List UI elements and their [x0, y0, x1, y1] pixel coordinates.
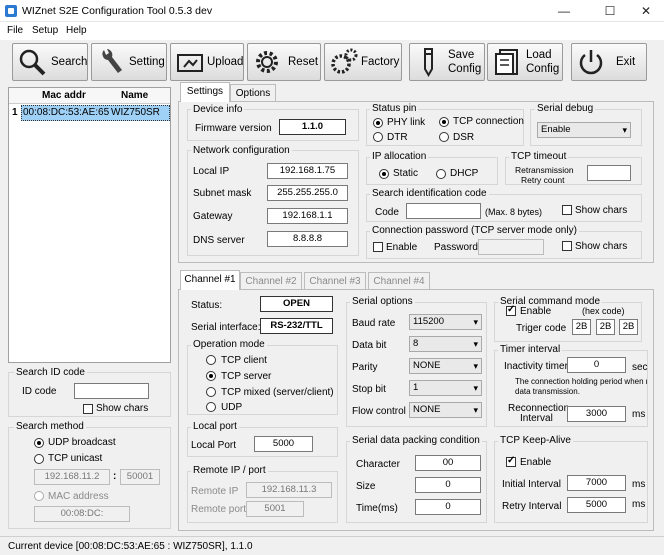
close-button[interactable]: ✕: [626, 2, 664, 20]
upload-button[interactable]: Upload: [170, 43, 244, 81]
subnet-mask-input[interactable]: 255.255.255.0: [267, 185, 348, 201]
document-icon: [495, 49, 518, 75]
menu-help[interactable]: Help: [66, 25, 87, 36]
gateway-input[interactable]: 192.168.1.1: [267, 208, 348, 224]
gears-icon: [331, 48, 358, 74]
app-icon: [5, 5, 17, 17]
search-code-input[interactable]: [406, 203, 481, 219]
dsr-radio[interactable]: [439, 132, 449, 142]
tcp-server-radio[interactable]: [206, 371, 216, 381]
tcp-mixed-radio[interactable]: [206, 387, 216, 397]
device-list-header: Mac addr Name: [9, 88, 170, 104]
trigger-code-1-input[interactable]: 2B: [572, 319, 591, 335]
remote-port-input[interactable]: 5001: [246, 501, 304, 517]
keepalive-enable-checkbox[interactable]: [506, 455, 516, 467]
inactivity-timer-input[interactable]: 0: [567, 357, 626, 373]
stop-bit-select[interactable]: 1: [409, 380, 482, 396]
tab-options[interactable]: Options: [230, 84, 276, 102]
status-bar: Current device [00:08:DC:53:AE:65 : WIZ7…: [0, 536, 664, 555]
channel-status: OPEN: [260, 296, 333, 312]
remote-ip-input[interactable]: 192.168.11.3: [246, 482, 332, 498]
show-chars-checkbox[interactable]: [83, 404, 93, 414]
firmware-version: 1.1.0: [279, 119, 346, 135]
tab-channel-3[interactable]: Channel #3: [304, 272, 366, 290]
phy-link-radio[interactable]: [373, 118, 383, 128]
flow-control-select[interactable]: NONE: [409, 402, 482, 418]
retry-interval-input[interactable]: 5000: [567, 497, 626, 513]
udp-radio[interactable]: [206, 402, 216, 412]
local-port-input[interactable]: 5000: [254, 436, 313, 452]
serial-debug-select[interactable]: Enable: [537, 122, 631, 138]
mac-address-radio[interactable]: [34, 491, 44, 501]
exit-button[interactable]: Exit: [571, 43, 647, 81]
serial-interface: RS-232/TTL: [260, 318, 333, 334]
current-device-status: Current device [00:08:DC:53:AE:65 : WIZ7…: [8, 541, 253, 552]
title-bar: WIZnet S2E Configuration Tool 0.5.3 dev …: [0, 0, 664, 22]
unicast-ip-input[interactable]: 192.168.11.2: [34, 469, 110, 485]
magnifier-icon: [19, 49, 46, 76]
power-icon: [579, 50, 603, 75]
pencil-icon: [424, 48, 433, 77]
tab-channel-1[interactable]: Channel #1: [180, 270, 240, 290]
trigger-code-2-input[interactable]: 2B: [596, 319, 615, 335]
menu-setup[interactable]: Setup: [32, 25, 58, 36]
tab-channel-4[interactable]: Channel #4: [368, 272, 430, 290]
password-input[interactable]: [478, 239, 544, 255]
initial-interval-input[interactable]: 7000: [567, 475, 626, 491]
tcp-unicast-radio[interactable]: [34, 454, 44, 464]
table-row[interactable]: 1 00:08:DC:53:AE:65 WIZ750SR: [9, 105, 170, 121]
tab-settings[interactable]: Settings: [180, 82, 230, 102]
search-code-show-chars-checkbox[interactable]: [562, 205, 572, 215]
unicast-port-input[interactable]: 50001: [120, 469, 160, 485]
reset-button[interactable]: Reset: [247, 43, 321, 81]
reconnection-interval-input[interactable]: 3000: [567, 406, 626, 422]
parity-select[interactable]: NONE: [409, 358, 482, 374]
password-show-chars-checkbox[interactable]: [562, 241, 572, 251]
password-enable-checkbox[interactable]: [373, 242, 383, 252]
packing-time-input[interactable]: 0: [415, 499, 481, 515]
id-code-input[interactable]: [74, 383, 149, 399]
dhcp-radio[interactable]: [436, 169, 446, 179]
baud-rate-select[interactable]: 115200: [409, 314, 482, 330]
load-config-button[interactable]: Load Config: [487, 43, 563, 81]
minimize-button[interactable]: —: [544, 2, 584, 20]
upload-icon: [177, 54, 203, 72]
mac-address-input[interactable]: 00:08:DC:: [34, 506, 130, 522]
trigger-code-3-input[interactable]: 2B: [619, 319, 638, 335]
tcp-connection-radio[interactable]: [439, 117, 449, 127]
data-bit-select[interactable]: 8: [409, 336, 482, 352]
packing-size-input[interactable]: 0: [415, 477, 481, 493]
factory-button[interactable]: Factory: [324, 43, 402, 81]
static-radio[interactable]: [379, 169, 389, 179]
menu-bar: File Setup Help: [0, 22, 664, 40]
menu-file[interactable]: File: [7, 25, 23, 36]
dns-server-input[interactable]: 8.8.8.8: [267, 231, 348, 247]
window-title: WIZnet S2E Configuration Tool 0.5.3 dev: [22, 5, 213, 17]
tab-channel-2[interactable]: Channel #2: [240, 272, 302, 290]
dtr-radio[interactable]: [373, 132, 383, 142]
wrench-icon: [102, 49, 122, 73]
search-button[interactable]: Search: [12, 43, 88, 81]
retry-count-input[interactable]: [587, 165, 631, 181]
setting-button[interactable]: Setting: [91, 43, 167, 81]
local-ip-input[interactable]: 192.168.1.75: [267, 163, 348, 179]
serial-command-enable-checkbox[interactable]: [506, 304, 516, 316]
packing-character-input[interactable]: 00: [415, 455, 481, 471]
device-list[interactable]: Mac addr Name 1 00:08:DC:53:AE:65 WIZ750…: [8, 87, 171, 363]
maximize-button[interactable]: ☐: [590, 2, 630, 20]
udp-broadcast-radio[interactable]: [34, 438, 44, 448]
save-config-button[interactable]: Save Config: [409, 43, 485, 81]
gear-icon: [256, 51, 278, 73]
tcp-client-radio[interactable]: [206, 355, 216, 365]
